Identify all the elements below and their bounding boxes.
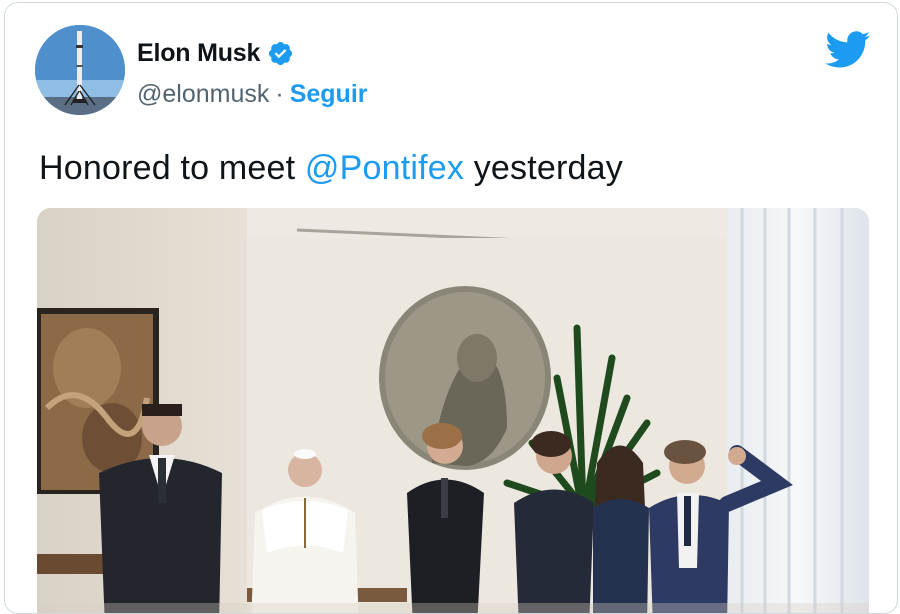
follow-button[interactable]: Seguir xyxy=(290,80,368,109)
author-row: Elon Musk xyxy=(137,39,294,68)
twitter-bird-icon[interactable] xyxy=(825,31,871,69)
group-photo-image xyxy=(37,208,869,613)
handle-row: @elonmusk · Seguir xyxy=(137,80,368,109)
tweet-text-start: Honored to meet xyxy=(39,149,305,187)
mention-link[interactable]: @Pontifex xyxy=(305,149,464,187)
rocket-avatar-image xyxy=(35,25,125,115)
tweet-text-end: yesterday xyxy=(464,149,623,187)
tweet-photo[interactable] xyxy=(37,208,869,613)
author-name[interactable]: Elon Musk xyxy=(137,39,260,68)
avatar[interactable] xyxy=(35,25,125,115)
author-handle[interactable]: @elonmusk xyxy=(137,80,269,109)
separator-dot: · xyxy=(275,80,284,108)
tweet-text: Honored to meet @Pontifex yesterday xyxy=(39,149,623,188)
verified-badge-icon xyxy=(269,41,293,66)
tweet-card: Elon Musk @elonmusk · Seguir Honored to … xyxy=(4,2,898,614)
